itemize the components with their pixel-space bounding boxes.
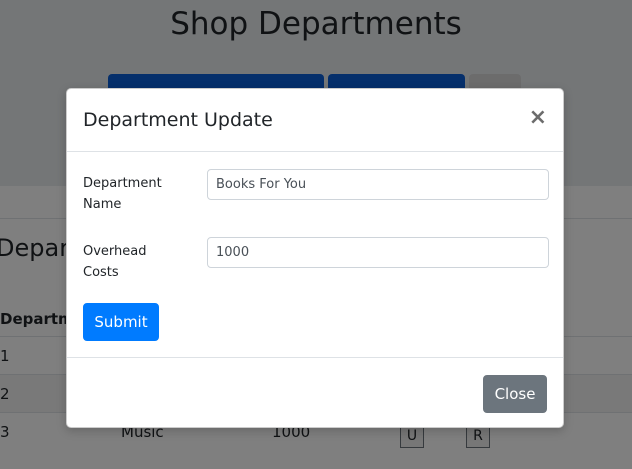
overhead-costs-label: Overhead Costs: [83, 244, 147, 280]
submit-button[interactable]: Submit: [83, 303, 159, 341]
modal-header: Department Update ×: [67, 89, 563, 152]
overhead-costs-input[interactable]: [207, 237, 549, 268]
close-icon[interactable]: ×: [529, 107, 547, 129]
department-update-modal: Department Update × Department Name Over…: [66, 88, 564, 428]
department-name-label: Department Name: [83, 176, 162, 212]
department-name-input[interactable]: [207, 169, 549, 200]
modal-footer: Close: [67, 357, 563, 429]
close-button[interactable]: Close: [483, 375, 547, 413]
modal-title: Department Update: [83, 109, 273, 131]
page: Shop Departments Depart Departm 1 2 3 Mu…: [0, 0, 632, 469]
